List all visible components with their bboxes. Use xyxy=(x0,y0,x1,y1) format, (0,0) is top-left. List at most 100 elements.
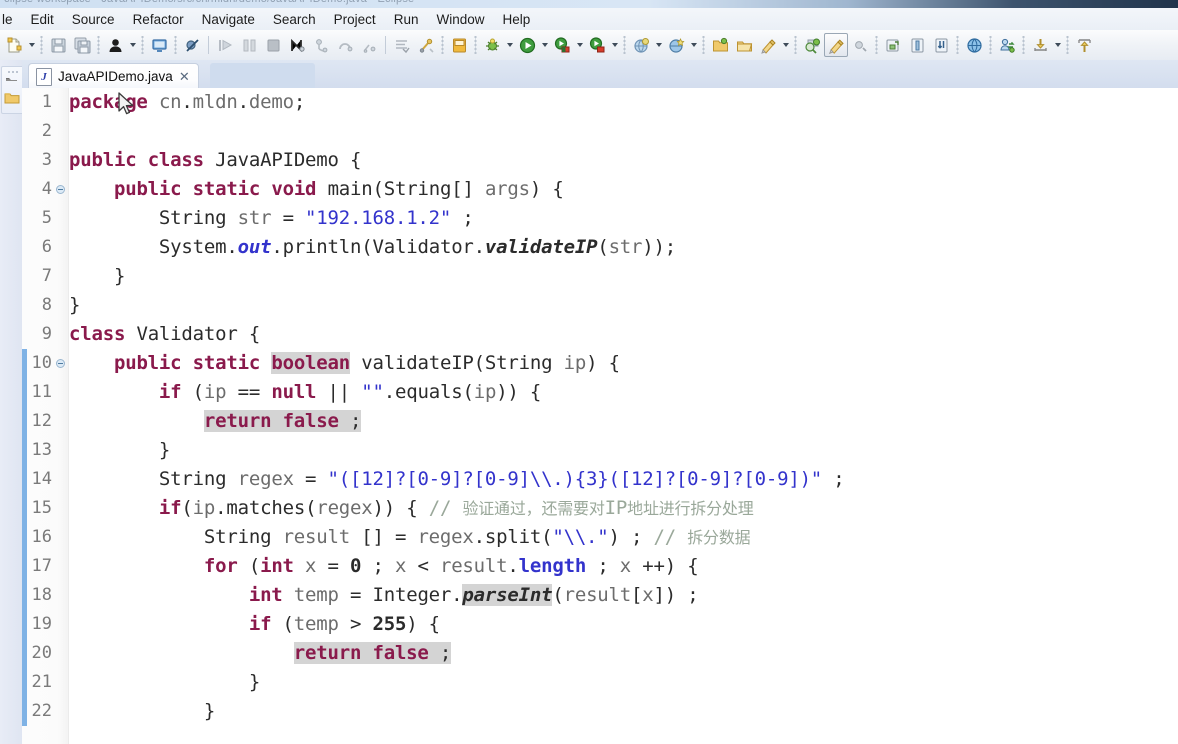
line-number-3: 3 xyxy=(41,150,52,170)
new-server-dropdown-arrow-icon[interactable] xyxy=(688,34,699,56)
run-ant-icon[interactable] xyxy=(414,33,438,57)
save-icon[interactable] xyxy=(46,33,70,57)
menu-edit[interactable]: Edit xyxy=(22,10,63,29)
search-type-icon[interactable] xyxy=(800,33,824,57)
fast-view-bar[interactable] xyxy=(1,66,23,114)
menu-search[interactable]: Search xyxy=(264,10,325,29)
menu-window[interactable]: Window xyxy=(427,10,493,29)
code-line-1[interactable]: package cn.mldn.demo; xyxy=(69,88,1178,117)
main-toolbar xyxy=(0,30,1178,61)
open-package-icon[interactable] xyxy=(732,33,756,57)
open-console-icon[interactable] xyxy=(147,33,171,57)
open-type-dropdown-arrow-icon[interactable] xyxy=(780,34,791,56)
separator-dots-9 xyxy=(793,36,798,54)
skip-breakpoints-icon[interactable] xyxy=(180,33,204,57)
step-return-icon[interactable] xyxy=(357,33,381,57)
menu-help[interactable]: Help xyxy=(493,10,539,29)
search-globe-icon[interactable] xyxy=(629,33,653,57)
open-folder-icon[interactable] xyxy=(708,33,732,57)
code-line-16[interactable]: String result [] = regex.split("\\.") ; … xyxy=(69,523,1178,552)
code-line-6[interactable]: System.out.println(Validator.validateIP(… xyxy=(69,233,1178,262)
show-whitespace-icon[interactable] xyxy=(929,33,953,57)
code-line-8[interactable]: } xyxy=(69,291,1178,320)
run-coverage-icon[interactable] xyxy=(585,33,609,57)
close-icon[interactable]: ✕ xyxy=(179,70,190,83)
code-line-21[interactable]: } xyxy=(69,668,1178,697)
editor-gutter[interactable]: 1 2 3 4 5 6 7 8 9 10 11 12 13 14 15 16 17 18 19 20 21 22 xyxy=(22,88,69,744)
code-line-17[interactable]: for (int x = 0 ; x < result.length ; x +… xyxy=(69,552,1178,581)
save-all-icon[interactable] xyxy=(70,33,94,57)
run-icon[interactable] xyxy=(515,33,539,57)
code-line-4[interactable]: public static void main(String[] args) { xyxy=(69,175,1178,204)
code-line-9[interactable]: class Validator { xyxy=(69,320,1178,349)
line-number-8: 8 xyxy=(41,295,52,315)
restore-icon[interactable] xyxy=(881,33,905,57)
code-line-11[interactable]: if (ip == null || "".equals(ip)) { xyxy=(69,378,1178,407)
menu-file[interactable]: le xyxy=(0,10,22,29)
line-number-18: 18 xyxy=(31,585,52,605)
code-line-5[interactable]: String str = "192.168.1.2" ; xyxy=(69,204,1178,233)
commit-dropdown-arrow-icon[interactable] xyxy=(1052,34,1063,56)
code-line-15[interactable]: if(ip.matches(regex)) { // 验证通过，还需要对IP地址… xyxy=(69,494,1178,523)
next-annotation-icon[interactable] xyxy=(848,33,872,57)
run-external-icon[interactable] xyxy=(550,33,574,57)
code-line-12[interactable]: return false ; xyxy=(69,407,1178,436)
line-number-9: 9 xyxy=(41,324,52,344)
menu-refactor[interactable]: Refactor xyxy=(124,10,193,29)
menu-source[interactable]: Source xyxy=(63,10,124,29)
commit-icon[interactable] xyxy=(1028,33,1052,57)
person-icon[interactable] xyxy=(103,33,127,57)
editor-tab-javaapidemo[interactable]: J JavaAPIDemo.java ✕ xyxy=(28,63,199,89)
new-java-file-icon[interactable] xyxy=(447,33,471,57)
terminate-icon[interactable] xyxy=(261,33,285,57)
code-line-20[interactable]: return false ; xyxy=(69,639,1178,668)
menu-run[interactable]: Run xyxy=(385,10,428,29)
code-line-19[interactable]: if (temp > 255) { xyxy=(69,610,1178,639)
menu-navigate[interactable]: Navigate xyxy=(193,10,264,29)
folding-toggle-10[interactable] xyxy=(56,359,65,368)
code-line-3[interactable]: public class JavaAPIDemo { xyxy=(69,146,1178,175)
code-line-14[interactable]: String regex = "([12]?[0-9]?[0-9]\\.){3}… xyxy=(69,465,1178,494)
run-dropdown-arrow-icon[interactable] xyxy=(539,34,550,56)
line-number-13: 13 xyxy=(31,440,52,460)
team-sync-icon[interactable] xyxy=(995,33,1019,57)
pencil-marker-icon[interactable] xyxy=(824,33,848,57)
debug-icon[interactable] xyxy=(480,33,504,57)
code-line-2[interactable] xyxy=(69,117,1178,146)
debug-dropdown-arrow-icon[interactable] xyxy=(504,34,515,56)
open-type-icon[interactable] xyxy=(756,33,780,57)
suspend-icon[interactable] xyxy=(237,33,261,57)
menu-project[interactable]: Project xyxy=(325,10,385,29)
window-title-bar: clipse workspace - JavaAPIDemo/src/cn/ml… xyxy=(0,0,1178,8)
new-server-icon[interactable] xyxy=(664,33,688,57)
code-line-13[interactable]: } xyxy=(69,436,1178,465)
toggle-ant-icon[interactable] xyxy=(390,33,414,57)
code-line-10[interactable]: public static boolean validateIP(String … xyxy=(69,349,1178,378)
line-number-10: 10 xyxy=(31,353,52,373)
update-icon[interactable] xyxy=(1072,33,1096,57)
new-wizard-icon[interactable] xyxy=(2,33,26,57)
run-external-dropdown-arrow-icon[interactable] xyxy=(574,34,585,56)
separator-dots-1 xyxy=(39,36,44,54)
separator-dots-6 xyxy=(473,36,478,54)
step-into-icon[interactable] xyxy=(309,33,333,57)
drag-handle-dots-icon[interactable] xyxy=(7,70,18,74)
run-coverage-dropdown-arrow-icon[interactable] xyxy=(609,34,620,56)
person-dropdown-arrow-icon[interactable] xyxy=(127,34,138,56)
code-text-area[interactable]: package cn.mldn.demo; public class JavaAP… xyxy=(69,88,1178,744)
folding-toggle-4[interactable] xyxy=(56,185,65,194)
code-editor[interactable]: 1 2 3 4 5 6 7 8 9 10 11 12 13 14 15 16 17 18 19 20 21 22 pack… xyxy=(22,88,1178,744)
new-wizard-dropdown-arrow-icon[interactable] xyxy=(26,34,37,56)
step-over-icon[interactable] xyxy=(333,33,357,57)
code-line-7[interactable]: } xyxy=(69,262,1178,291)
toggle-block-selection-icon[interactable] xyxy=(905,33,929,57)
resume-icon[interactable] xyxy=(213,33,237,57)
disconnect-icon[interactable] xyxy=(285,33,309,57)
eclipse-window: clipse workspace - JavaAPIDemo/src/cn/ml… xyxy=(0,0,1178,744)
open-browser-icon[interactable] xyxy=(962,33,986,57)
code-line-22[interactable]: } xyxy=(69,697,1178,726)
separator-dots-11 xyxy=(955,36,960,54)
line-number-17: 17 xyxy=(31,556,52,576)
search-globe-dropdown-arrow-icon[interactable] xyxy=(653,34,664,56)
code-line-18[interactable]: int temp = Integer.parseInt(result[x]) ; xyxy=(69,581,1178,610)
